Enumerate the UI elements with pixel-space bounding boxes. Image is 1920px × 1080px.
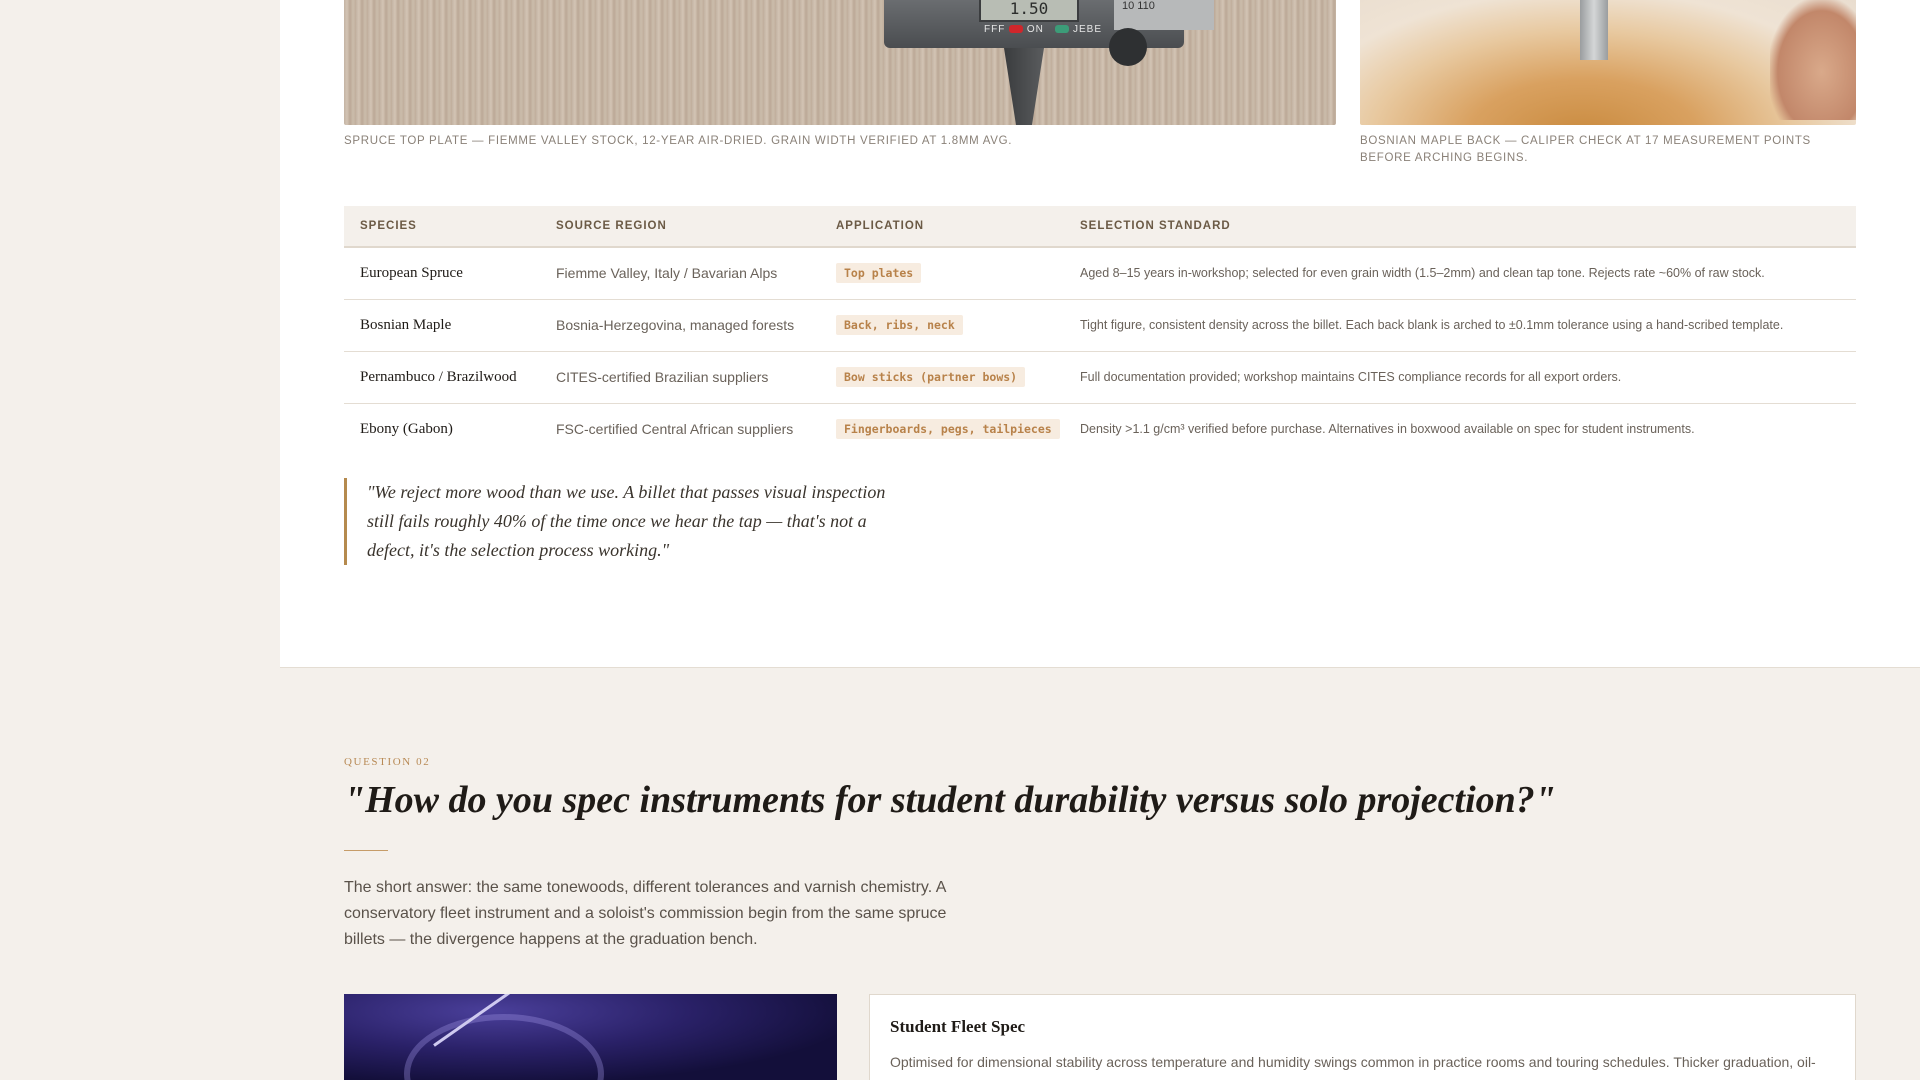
table-row: European Spruce Fiemme Valley, Italy / B… — [344, 247, 1856, 300]
region-cell: Bosnia-Herzegovina, managed forests — [540, 299, 820, 352]
standard-cell: Tight figure, consistent density across … — [1064, 299, 1856, 352]
question-answer-intro: The short answer: the same tonewoods, di… — [344, 879, 947, 948]
maple-photo-caption: Bosnian maple back — caliper check at 17… — [1360, 135, 1811, 164]
tonewood-table: SPECIES SOURCE REGION APPLICATION SELECT… — [344, 206, 1856, 455]
region-cell: CITES-certified Brazilian suppliers — [540, 351, 820, 404]
standard-cell: Aged 8–15 years in-workshop; selected fo… — [1064, 247, 1856, 300]
spec-card-title: Student Fleet Spec — [890, 1017, 1026, 1036]
table-row: Pernambuco / Brazilwood CITES-certified … — [344, 351, 1856, 404]
application-tag: Top plates — [836, 263, 922, 284]
caliper-buttons: FFF ON JEBE — [984, 24, 1103, 35]
species-cell: Ebony (Gabon) — [360, 420, 453, 437]
title-divider — [344, 850, 388, 851]
caliper-scale: 10 110 — [1114, 0, 1214, 30]
student-fleet-spec-card: Student Fleet Spec Optimised for dimensi… — [869, 994, 1856, 1080]
question-title: "How do you spec instruments for student… — [344, 779, 1556, 821]
spec-card-body: Optimised for dimensional stability acro… — [890, 1054, 1816, 1070]
question-label: QUESTION 02 — [344, 756, 431, 768]
standard-cell: Density >1.1 g/cm³ verified before purch… — [1080, 422, 1695, 437]
col-species: SPECIES — [344, 206, 540, 248]
hand — [1770, 0, 1856, 120]
region-cell: Fiemme Valley, Italy / Bavarian Alps — [540, 247, 820, 300]
spruce-photo-caption: Spruce top plate — Fiemme Valley stock, … — [344, 135, 1013, 147]
spruce-top-plate-photo: 1.50 FFF ON JEBE 10 110 — [344, 0, 1336, 125]
application-tag: Fingerboards, pegs, tailpieces — [836, 419, 1060, 440]
application-tag: Back, ribs, neck — [836, 315, 963, 335]
table-row: Ebony (Gabon) FSC-certified Central Afri… — [344, 403, 1856, 455]
workshop-pull-quote: "We reject more wood than we use. A bill… — [344, 478, 904, 565]
col-source-region: SOURCE REGION — [540, 206, 820, 248]
violin-photo — [344, 994, 837, 1080]
species-cell: Pernambuco / Brazilwood — [344, 351, 540, 404]
species-cell: Bosnian Maple — [344, 299, 540, 352]
col-selection-standard: SELECTION STANDARD — [1064, 206, 1856, 248]
species-cell: European Spruce — [344, 247, 540, 300]
table-header-row: SPECIES SOURCE REGION APPLICATION SELECT… — [344, 206, 1856, 248]
maple-back-photo — [1360, 0, 1856, 125]
caliper-reading: 1.50 — [1009, 0, 1049, 18]
region-cell: FSC-certified Central African suppliers — [556, 421, 794, 438]
application-tag: Bow sticks (partner bows) — [836, 367, 1026, 387]
col-application: APPLICATION — [820, 206, 1064, 248]
depth-gauge — [1580, 0, 1608, 60]
table-row: Bosnian Maple Bosnia-Herzegovina, manage… — [344, 299, 1856, 352]
standard-cell: Full documentation provided; workshop ma… — [1064, 351, 1856, 404]
caliper-image: 1.50 FFF ON JEBE 10 110 — [884, 0, 1214, 125]
